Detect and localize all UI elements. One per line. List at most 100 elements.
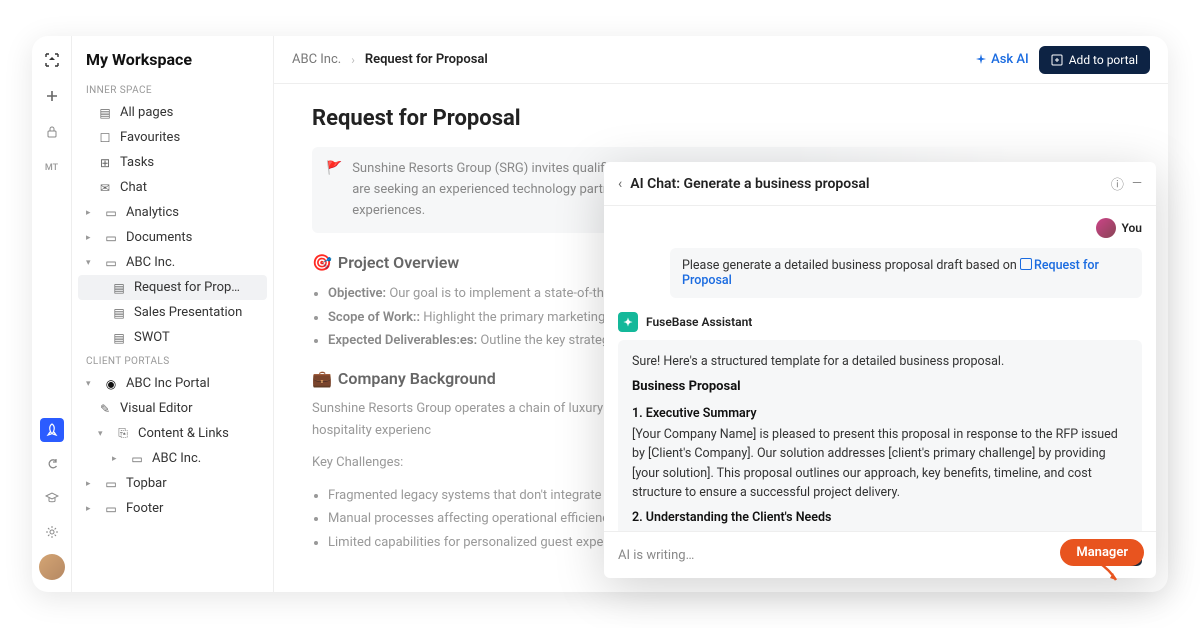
- portal-add-icon: [1051, 54, 1063, 66]
- lock-icon[interactable]: [40, 120, 64, 144]
- add-to-portal-button[interactable]: Add to portal: [1039, 46, 1150, 74]
- folder-icon: ▭: [130, 452, 144, 466]
- pointer-arrow-icon: [1094, 560, 1122, 584]
- nav-label: Visual Editor: [120, 401, 192, 416]
- nav-analytics[interactable]: ▸ ▭ Analytics: [72, 200, 273, 225]
- nav-favourites[interactable]: ☐ Favourites: [72, 125, 273, 150]
- pencil-icon: ✎: [98, 402, 112, 416]
- sidebar: My Workspace INNER SPACE ▤ All pages ☐ Fav…: [72, 36, 274, 592]
- nav-label: Sales Presentation: [134, 305, 242, 320]
- chevron-down-icon: ▾: [86, 258, 96, 268]
- workspace-icon[interactable]: [40, 48, 64, 72]
- nav-footer[interactable]: ▸▭Footer: [72, 496, 273, 521]
- back-button[interactable]: ‹: [618, 176, 622, 192]
- user-label: You: [1122, 221, 1142, 235]
- breadcrumb-separator: ›: [351, 53, 355, 67]
- folder-icon: ▭: [104, 256, 118, 270]
- chevron-right-icon: ▸: [112, 454, 122, 464]
- briefcase-icon: 💼: [312, 369, 332, 388]
- ai-chat-body: You Please generate a detailed business …: [604, 206, 1156, 531]
- page-icon: ▤: [112, 331, 126, 345]
- page-icon: ▤: [112, 281, 126, 295]
- add-icon[interactable]: [40, 84, 64, 108]
- nav-abc-inc-2[interactable]: ▸ ▭ ABC Inc.: [72, 446, 273, 471]
- topbar: ABC Inc. › Request for Proposal Ask AI A…: [274, 36, 1168, 84]
- nav-label: Content & Links: [138, 426, 229, 441]
- nav-label: All pages: [120, 105, 173, 120]
- chevron-right-icon: ▸: [86, 479, 96, 489]
- nav-label: ABC Inc.: [126, 255, 175, 270]
- doc-ref-icon: [1020, 258, 1032, 270]
- chevron-right-icon: ▸: [86, 504, 96, 514]
- section-heading: Project Overview: [338, 253, 459, 272]
- page-title: Request for Proposal: [312, 106, 1130, 131]
- ai-writing-status: AI is writing…: [618, 548, 1088, 563]
- chevron-down-icon: ▾: [98, 429, 108, 439]
- minimize-icon[interactable]: —: [1132, 176, 1142, 191]
- page-icon: ▤: [112, 306, 126, 320]
- nav-documents[interactable]: ▸ ▭ Documents: [72, 225, 273, 250]
- nav-abc-portal[interactable]: ▾◉ABC Inc Portal: [72, 371, 273, 396]
- info-icon[interactable]: ⓘ: [1111, 174, 1124, 193]
- section-inner-space: INNER SPACE: [72, 79, 273, 100]
- nav-tasks[interactable]: ⊞ Tasks: [72, 150, 273, 175]
- chevron-right-icon: ▸: [86, 233, 96, 243]
- bookmark-icon: ☐: [98, 131, 112, 145]
- breadcrumb-parent[interactable]: ABC Inc.: [292, 52, 341, 67]
- nav-label: Tasks: [120, 155, 154, 170]
- link-icon: ⎘: [116, 426, 130, 441]
- tasks-icon: ⊞: [98, 156, 112, 170]
- nav-label: Analytics: [126, 205, 179, 220]
- mt-badge[interactable]: MT: [40, 156, 64, 180]
- flag-icon: 🚩: [326, 159, 342, 221]
- nav-label: Favourites: [120, 130, 180, 145]
- page-icon: ▤: [98, 106, 112, 120]
- rocket-icon[interactable]: [40, 418, 64, 442]
- nav-chat[interactable]: ✉ Chat: [72, 175, 273, 200]
- folder-icon: ▭: [104, 206, 118, 220]
- assistant-label: FuseBase Assistant: [646, 315, 752, 329]
- nav-topbar[interactable]: ▸ ▭ Topbar: [72, 471, 273, 496]
- proposal-step: 1. Executive Summary: [632, 404, 1128, 423]
- nav-swot[interactable]: ▤ SWOT: [72, 325, 273, 350]
- breadcrumb-current: Request for Proposal: [365, 52, 488, 67]
- section-client-portals: CLIENT PORTALS: [72, 350, 273, 371]
- nav-label: Documents: [126, 230, 192, 245]
- user-avatar[interactable]: [39, 554, 65, 580]
- loop-icon[interactable]: [40, 452, 64, 476]
- workspace-title: My Workspace: [72, 50, 273, 79]
- ask-ai-label: Ask AI: [991, 52, 1029, 67]
- gear-icon[interactable]: [40, 520, 64, 544]
- user-row: You: [618, 218, 1142, 238]
- ai-chat-panel: ‹ AI Chat: Generate a business proposal …: [604, 162, 1156, 578]
- folder-icon: ▭: [104, 477, 118, 491]
- nav-label: Request for Prop…: [134, 280, 240, 295]
- icon-rail: MT: [32, 36, 72, 592]
- nav-label: SWOT: [134, 330, 170, 345]
- section-heading: Company Background: [338, 369, 496, 388]
- nav-label: ABC Inc Portal: [126, 376, 210, 391]
- nav-request-for-proposal[interactable]: ▤ Request for Prop…: [78, 275, 267, 300]
- nav-label: Chat: [120, 180, 147, 195]
- nav-all-pages[interactable]: ▤ All pages: [72, 100, 273, 125]
- user-avatar-small: [1096, 218, 1116, 238]
- proposal-step: 2. Understanding the Client's Needs: [632, 508, 1128, 527]
- folder-icon: ▭: [104, 231, 118, 245]
- ai-panel-header: ‹ AI Chat: Generate a business proposal …: [604, 162, 1156, 206]
- target-icon: 🎯: [312, 253, 332, 272]
- ask-ai-button[interactable]: Ask AI: [975, 52, 1029, 67]
- chevron-right-icon: ▸: [86, 208, 96, 218]
- nav-label: ABC Inc.: [152, 451, 201, 466]
- nav-content-links[interactable]: ▾ ⎘ Content & Links: [72, 421, 273, 446]
- chat-icon: ✉: [98, 181, 112, 195]
- graduation-icon[interactable]: [40, 486, 64, 510]
- proposal-heading: Business Proposal: [632, 377, 1128, 397]
- nav-abc-inc[interactable]: ▾ ▭ ABC Inc.: [72, 250, 273, 275]
- nav-label: Topbar: [126, 476, 167, 491]
- portal-icon: ◉: [104, 377, 118, 391]
- nav-sales-presentation[interactable]: ▤ Sales Presentation: [72, 300, 273, 325]
- nav-visual-editor[interactable]: ✎ Visual Editor: [72, 396, 273, 421]
- nav-label: Footer: [126, 501, 163, 516]
- assistant-avatar: ✦: [618, 312, 638, 332]
- ai-panel-title: AI Chat: Generate a business proposal: [630, 176, 1103, 192]
